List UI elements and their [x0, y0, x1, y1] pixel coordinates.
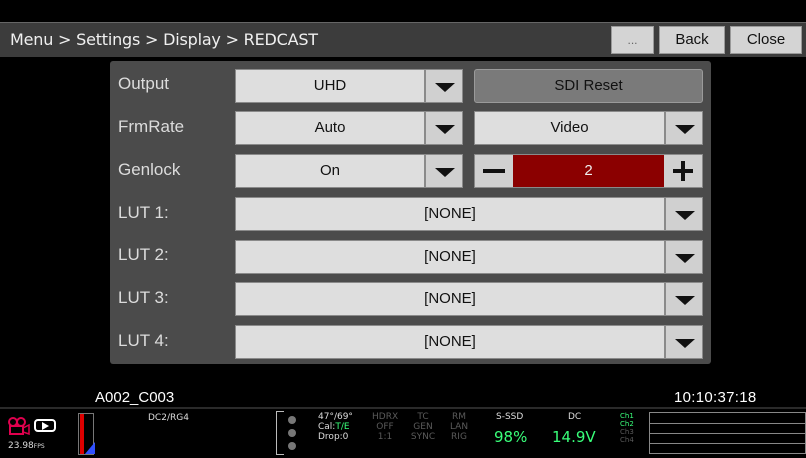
fps-value: 23.98	[8, 441, 34, 451]
genlock-stepper-value[interactable]: 2	[513, 155, 664, 187]
clip-name: A002_C003	[95, 389, 175, 406]
lut1-select[interactable]: [NONE]	[235, 197, 665, 231]
cal-label: Cal:	[318, 422, 336, 432]
lut2-select[interactable]: [NONE]	[235, 240, 665, 274]
hdrx-label: HDRX	[372, 412, 399, 422]
tc-label: TC	[417, 412, 429, 422]
menu-header: Menu > Settings > Display > REDCAST ... …	[0, 22, 806, 57]
track-divider	[650, 423, 806, 424]
more-button[interactable]: ...	[611, 26, 654, 54]
frmrate-select[interactable]: Auto	[235, 111, 425, 145]
chevron-down-icon[interactable]	[665, 240, 703, 274]
frmrate-mode-select[interactable]: Video	[474, 111, 665, 145]
compression-readout[interactable]: DC2/RG4	[148, 413, 189, 423]
ch4-label: Ch4	[620, 436, 634, 444]
status-bar: 23.98FPS DC2/RG4 47°/69° Cal:T/E Drop:0 …	[0, 409, 806, 458]
status-dot	[288, 416, 296, 424]
fps-readout[interactable]: 23.98FPS	[8, 441, 45, 451]
drop-count: Drop:0	[318, 432, 349, 442]
camera-icon[interactable]	[8, 417, 30, 435]
lut3-select[interactable]: [NONE]	[235, 282, 665, 316]
play-icon[interactable]	[34, 419, 56, 432]
rm-label: RM	[451, 412, 467, 422]
meter-red-bar	[80, 414, 84, 454]
temperature: 47°/69°	[318, 412, 353, 422]
genlock-label: Genlock	[118, 160, 181, 179]
tc-status[interactable]: TC GEN SYNC	[408, 412, 438, 442]
audio-level-meters	[649, 412, 806, 454]
sdi-reset-button[interactable]: SDI Reset	[474, 69, 703, 103]
status-dot	[288, 442, 296, 450]
plus-icon[interactable]	[664, 155, 702, 187]
hdrx-ratio: 1:1	[377, 432, 393, 442]
ch2-label: Ch2	[620, 420, 634, 428]
chevron-down-icon[interactable]	[425, 154, 463, 188]
chevron-down-icon[interactable]	[425, 111, 463, 145]
tc-sync: SYNC	[410, 432, 436, 442]
lut4-select[interactable]: [NONE]	[235, 325, 665, 359]
output-select[interactable]: UHD	[235, 69, 425, 103]
cal-value: T/E	[335, 422, 350, 432]
title-bar: Menu > Settings > Display > REDCAST ... …	[0, 0, 806, 57]
chevron-down-icon[interactable]	[665, 111, 703, 145]
power-voltage[interactable]: 14.9V	[552, 428, 596, 446]
track-divider	[650, 443, 806, 444]
sensor-info[interactable]: 47°/69° Cal:T/E Drop:0	[318, 412, 353, 442]
genlock-stepper: 2	[474, 154, 703, 188]
genlock-select[interactable]: On	[235, 154, 425, 188]
media-label: S-SSD	[496, 412, 524, 422]
fps-unit: FPS	[33, 443, 45, 450]
hdrx-value: OFF	[376, 422, 394, 432]
minus-icon[interactable]	[475, 155, 513, 187]
chevron-down-icon[interactable]	[665, 325, 703, 359]
chevron-down-icon[interactable]	[425, 69, 463, 103]
audio-channels[interactable]: Ch1 Ch2 Ch3 Ch4	[620, 412, 634, 444]
lut1-label: LUT 1:	[118, 203, 169, 222]
lut2-label: LUT 2:	[118, 245, 169, 264]
track-divider	[650, 433, 806, 434]
power-label: DC	[568, 412, 582, 422]
tc-gen: GEN	[413, 422, 433, 432]
audio-meter	[78, 413, 95, 455]
bracket-left	[276, 411, 284, 455]
ch3-label: Ch3	[620, 428, 634, 436]
output-label: Output	[118, 74, 170, 93]
chevron-down-icon[interactable]	[665, 282, 703, 316]
lut3-label: LUT 3:	[118, 288, 169, 307]
back-button[interactable]: Back	[659, 26, 725, 54]
rm-lan: LAN	[449, 422, 469, 432]
rm-rig: RIG	[451, 432, 467, 442]
status-dot	[288, 429, 296, 437]
calibration: Cal:T/E	[318, 422, 353, 432]
meter-blue-wedge	[85, 442, 95, 454]
close-button[interactable]: Close	[730, 26, 802, 54]
ch1-label: Ch1	[620, 412, 634, 420]
lut4-label: LUT 4:	[118, 331, 169, 350]
hdrx-status[interactable]: HDRX OFF 1:1	[372, 412, 398, 442]
rm-status[interactable]: RM LAN RIG	[446, 412, 472, 442]
timecode[interactable]: 10:10:37:18	[674, 389, 757, 406]
chevron-down-icon[interactable]	[665, 197, 703, 231]
media-remaining[interactable]: 98%	[494, 428, 527, 446]
breadcrumb: Menu > Settings > Display > REDCAST	[10, 30, 318, 49]
frmrate-label: FrmRate	[118, 117, 185, 136]
